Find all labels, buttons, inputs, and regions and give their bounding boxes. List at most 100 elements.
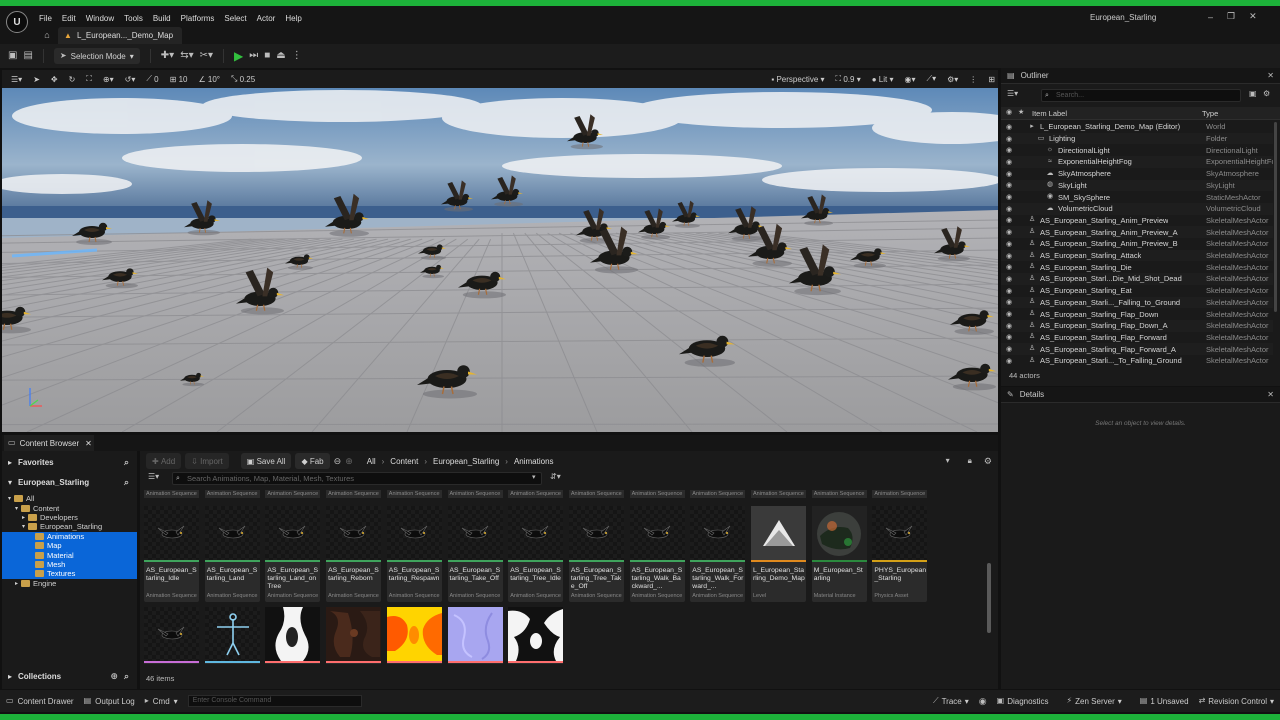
fov-button[interactable]: ⛶ 0.9 ▾ — [833, 73, 864, 86]
world-space-icon[interactable]: ⊕▾ — [100, 73, 117, 86]
search-icon[interactable]: ⌕ — [124, 477, 129, 487]
outliner-row[interactable]: ◉ ♙ AS_European_Starli..._Falling_to_Groun… — [1001, 296, 1273, 309]
outliner-row[interactable]: ◉ ☁ VolumetricCloud VolumetricCloud — [1001, 202, 1273, 215]
folder-tree-item[interactable]: ▸ Engine — [2, 579, 137, 588]
folder-tree-item[interactable]: Material — [2, 550, 137, 560]
search-icon[interactable]: ⌕ — [124, 457, 129, 467]
filter-icon[interactable]: ☰▾ — [148, 473, 159, 481]
visibility-icon[interactable]: ◉ — [1006, 252, 1012, 260]
grid-snap-button[interactable]: ⊞ 10 — [167, 73, 191, 86]
search-icon[interactable]: ⌕ — [124, 671, 129, 681]
asset-tile[interactable]: AS_European_Starling_Reborn Animation Seq… — [326, 506, 382, 602]
outliner-row[interactable]: ◉ ♙ AS_European_Starling_Flap_Down Skeletal… — [1001, 308, 1273, 320]
browse-icon[interactable]: ▤ — [23, 51, 32, 61]
menu-edit[interactable]: Edit — [57, 14, 81, 23]
asset-tile[interactable] — [265, 607, 321, 664]
play-icon[interactable]: ▶ — [234, 50, 243, 62]
breadcrumb-item[interactable]: All — [367, 457, 376, 466]
add-collection-icon[interactable]: ⊕ — [110, 671, 118, 681]
asset-tile[interactable] — [326, 607, 382, 664]
details-tab[interactable]: ✎ Details ✕ — [1001, 387, 1280, 403]
visibility-icon[interactable]: ◉ — [1006, 310, 1012, 318]
unsaved-button[interactable]: ▤ 1 Unsaved — [1140, 697, 1189, 706]
breadcrumb-item[interactable]: European_Starling — [433, 457, 499, 466]
outliner-row[interactable]: ◉ ☁ SkyAtmosphere SkyAtmosphere — [1001, 168, 1273, 180]
outliner-row[interactable]: ◉ ◍ SkyLight SkyLight — [1001, 179, 1273, 192]
level-viewport[interactable] — [2, 88, 998, 432]
history-forward-icon[interactable]: ⊕ — [345, 456, 353, 466]
folder-tree-item[interactable]: ▾ European_Starling — [2, 522, 137, 531]
menu-build[interactable]: Build — [148, 14, 176, 23]
outliner-scrollbar[interactable] — [1274, 122, 1277, 312]
settings-icon[interactable]: ⚙▾ — [944, 73, 961, 86]
menu-platforms[interactable]: Platforms — [176, 14, 220, 23]
asset-tile[interactable]: AS_European_Starling_Respawn Animation Se… — [386, 506, 442, 602]
close-button[interactable]: ✕ — [1249, 11, 1257, 22]
favorites-header[interactable]: ▸ Favorites ⌕ — [2, 453, 137, 471]
outliner-row[interactable]: ◉ ♙ AS_European_Starli..._To_Falling_Groun… — [1001, 355, 1273, 367]
outliner-row[interactable]: ◉ ☼ DirectionalLight DirectionalLight — [1001, 144, 1273, 156]
visibility-icon[interactable]: ◉ — [1006, 109, 1012, 116]
folder-tree-item[interactable]: ▸ Developers — [2, 513, 137, 522]
record-icon[interactable]: ◉ — [979, 696, 987, 706]
close-icon[interactable]: ✕ — [1267, 390, 1274, 399]
project-header[interactable]: ▾ European_Starling ⌕ — [2, 473, 137, 491]
menu-select[interactable]: Select — [219, 14, 251, 23]
outliner-row[interactable]: ◉ ≈ ExponentialHeightFog ExponentialHeightF… — [1001, 156, 1273, 168]
zen-server-button[interactable]: ⚡ Zen Server ▾ — [1067, 697, 1122, 706]
maximize-button[interactable]: ❐ — [1227, 11, 1235, 22]
add-actor-icon[interactable]: ✚▾ — [161, 51, 174, 61]
import-button[interactable]: ⇩ Import — [185, 453, 229, 469]
revision-control-button[interactable]: ⇄ Revision Control ▾ — [1199, 697, 1274, 706]
outliner-search-input[interactable]: Search... — [1041, 89, 1241, 102]
outliner-row[interactable]: ◉ ◉ SM_SkySphere StaticMeshActor — [1001, 191, 1273, 203]
visibility-icon[interactable]: ◉ — [1006, 135, 1012, 143]
asset-tile[interactable]: AS_European_Starling_Land_onTree Animatio… — [265, 506, 321, 602]
home-icon[interactable]: ⌂ — [40, 28, 54, 42]
asset-tile[interactable] — [386, 607, 442, 664]
sort-icon[interactable]: ⇵▾ — [550, 473, 561, 481]
scale-tool-icon[interactable]: ⛶ — [83, 73, 95, 86]
visibility-icon[interactable]: ◉ — [1006, 216, 1012, 224]
content-browser-tab[interactable]: ▭ Content Browser ✕ — [4, 435, 94, 451]
visibility-icon[interactable]: ◉ — [1006, 228, 1012, 236]
stop-icon[interactable]: ■ — [264, 51, 270, 61]
trace-button[interactable]: ⟋ Trace ▾ — [933, 697, 969, 706]
angle-snap-button[interactable]: ∠ 10° — [195, 73, 223, 86]
snap-rot-button[interactable]: ⟋ 0 — [143, 73, 161, 86]
asset-tile[interactable]: M_European_Starling Material Instance — [811, 506, 867, 602]
outliner-row[interactable]: ◉ ♙ AS_European_Starling_Eat SkeletalMeshAc… — [1001, 285, 1273, 297]
folder-tree-item[interactable]: Animations — [2, 531, 137, 541]
close-icon[interactable]: ✕ — [1267, 71, 1274, 80]
realtime-icon[interactable]: ⟋▾ — [923, 73, 939, 86]
visibility-icon[interactable]: ◉ — [1006, 193, 1012, 201]
cinematics-icon[interactable]: ✂▾ — [200, 51, 213, 61]
folder-tree-item[interactable]: ▾ All — [2, 494, 137, 503]
asset-tile[interactable]: PHYS_European_Starling Physics Asset — [872, 506, 928, 602]
folder-tree-item[interactable]: ▾ Content — [2, 503, 137, 513]
outliner-row[interactable]: ◉ ♙ AS_European_Starling_Anim_Preview_A Ske… — [1001, 226, 1273, 238]
map-tab[interactable]: ▲ L_European..._Demo_Map — [58, 27, 182, 44]
asset-tile[interactable]: L_European_Starling_Demo_Map Level — [751, 506, 806, 602]
viewport-menu-icon[interactable]: ☰▾ — [8, 73, 25, 86]
fab-button[interactable]: ◆ Fab — [295, 453, 330, 469]
asset-tile[interactable]: AS_European_Starling_Tree_Idle Animation … — [508, 506, 564, 602]
maximize-viewport-icon[interactable]: ⊞ — [985, 73, 998, 86]
selection-mode-button[interactable]: ➤ Selection Mode ▾ — [53, 48, 140, 64]
asset-tile[interactable]: AS_European_Starling_Walk_Forward_... Ani… — [690, 506, 746, 602]
asset-tile[interactable] — [144, 607, 199, 664]
visibility-icon[interactable]: ◉ — [1006, 181, 1012, 189]
scale-snap-button[interactable]: ⤡ 0.25 — [228, 73, 258, 86]
asset-tile[interactable] — [447, 607, 503, 664]
outliner-row[interactable]: ◉ ♙ AS_European_Starling_Anim_Preview Skele… — [1001, 215, 1273, 227]
visibility-icon[interactable]: ◉ — [1006, 123, 1012, 131]
rotate-tool-icon[interactable]: ↻ — [66, 73, 79, 86]
diagnostics-button[interactable]: ▣ Diagnostics — [997, 697, 1049, 706]
filter-icon[interactable]: ☰▾ — [1007, 90, 1018, 98]
outliner-row[interactable]: ◉ ▸ L_European_Starling_Demo_Map (Editor) W… — [1001, 121, 1273, 133]
settings-icon[interactable]: ⚙ — [984, 456, 992, 466]
visibility-icon[interactable]: ◉ — [1006, 263, 1012, 271]
outliner-row[interactable]: ◉ ♙ AS_European_Starling_Flap_Down_A Skelet… — [1001, 319, 1273, 332]
breadcrumb-item[interactable]: Content — [390, 457, 418, 466]
select-tool-icon[interactable]: ➤ — [30, 73, 43, 86]
